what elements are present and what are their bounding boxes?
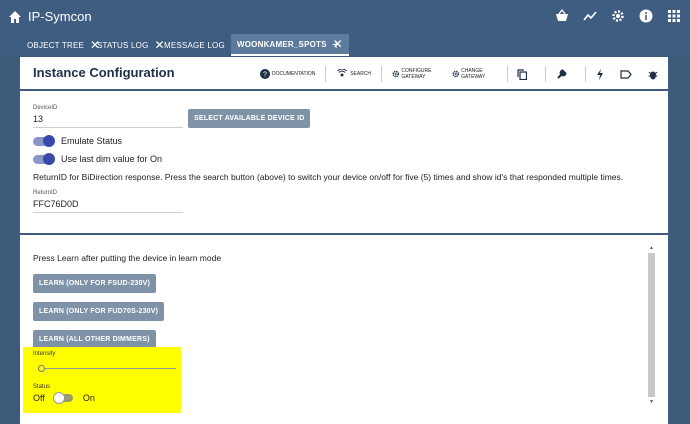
broadcast-icon [337,69,348,77]
change-gateway-button[interactable]: CHANGE GATEWAY [452,68,497,80]
status-off-label: Off [33,393,45,403]
last-dim-toggle[interactable] [33,152,55,165]
gear-icon [392,70,399,78]
copy-icon[interactable] [517,68,529,80]
intensity-label: Intensity [33,351,56,357]
intensity-slider-handle[interactable] [38,365,45,372]
panel-header: Instance Configuration ? DOCUMENTATION S… [20,57,668,91]
instance-config-panel: Instance Configuration ? DOCUMENTATION S… [20,57,668,424]
flash-icon[interactable] [596,68,606,80]
debug-bug-icon[interactable] [648,69,660,80]
learn-section: Press Learn after putting the device in … [33,253,221,349]
status-label: Status [33,384,51,390]
tab-message-log[interactable]: MESSAGE LOG✕ [164,34,241,56]
tab-label: MESSAGE LOG [164,40,225,50]
tab-label: STATUS LOG [97,40,149,50]
last-dim-row: Use last dim value for On [33,152,653,165]
emulate-status-row: Emulate Status [33,134,653,147]
tab-label: OBJECT TREE [27,40,85,50]
status-toggle[interactable] [52,392,73,404]
app-title: IP-Symcon [28,9,92,24]
learn-instruction: Press Learn after putting the device in … [33,253,222,263]
documentation-button[interactable]: ? DOCUMENTATION [260,69,315,79]
divider [381,66,382,82]
last-dim-label: Use last dim value for On [61,154,163,164]
top-bar: IP-Symcon [0,0,690,34]
status-on-label: On [82,393,95,403]
learn-fsud-button[interactable]: LEARN (ONLY FOR FSUD-230V) [33,274,156,293]
select-available-device-id-button[interactable]: SELECT AVAILABLE DEVICE ID [188,109,311,128]
device-id-field[interactable]: 13 [33,114,183,128]
emulate-status-toggle[interactable] [33,134,55,147]
device-id-label: DeviceID [33,105,58,111]
label-tag-icon[interactable] [620,69,634,79]
gear-icon [452,70,459,78]
scrollbar[interactable]: ▲ ▼ [648,245,655,407]
configure-gateway-button[interactable]: CONFIGURE GATEWAY [392,68,444,80]
return-id-label: ReturnID [33,190,58,196]
info-icon[interactable] [638,8,654,24]
device-settings: DeviceID 13 SELECT AVAILABLE DEVICE ID E… [33,105,653,213]
apps-grid-icon[interactable] [666,8,682,24]
brand[interactable]: IP-Symcon [8,9,92,24]
scroll-up-icon[interactable]: ▲ [648,245,655,252]
return-id-info: ReturnID for BiDirection response. Press… [33,172,624,182]
divider [585,66,586,82]
divider [506,66,508,82]
learn-fud70s-button[interactable]: LEARN (ONLY FOR FUD70S-230V) [33,302,165,321]
basket-icon[interactable] [554,8,570,24]
scroll-down-icon[interactable]: ▼ [648,399,655,406]
svg-text:?: ? [263,72,267,79]
tab-bar: OBJECT TREE✕ STATUS LOG✕ MESSAGE LOG✕ WO… [0,34,690,56]
home-icon [9,10,21,23]
intensity-status-highlight: Intensity Status Off On [23,347,181,413]
return-id-field[interactable]: FFC76D0D [33,199,183,213]
tab-status-log[interactable]: STATUS LOG ✕ [97,34,165,56]
add-tab-icon[interactable]: + [332,36,340,52]
search-button[interactable]: SEARCH [336,69,371,79]
divider [545,66,547,82]
tab-object-tree[interactable]: OBJECT TREE ✕ [27,34,100,56]
chart-icon[interactable] [582,8,598,24]
tab-label: WOONKAMER_SPOTS [237,39,327,49]
wrench-icon[interactable] [556,68,569,80]
scroll-thumb[interactable] [648,253,655,397]
section-divider [20,233,668,235]
help-icon: ? [260,69,270,79]
page-title: Instance Configuration [33,65,175,80]
intensity-slider-track[interactable] [41,368,176,369]
settings-icon[interactable] [610,8,626,24]
emulate-status-label: Emulate Status [61,136,123,146]
divider [325,66,327,82]
